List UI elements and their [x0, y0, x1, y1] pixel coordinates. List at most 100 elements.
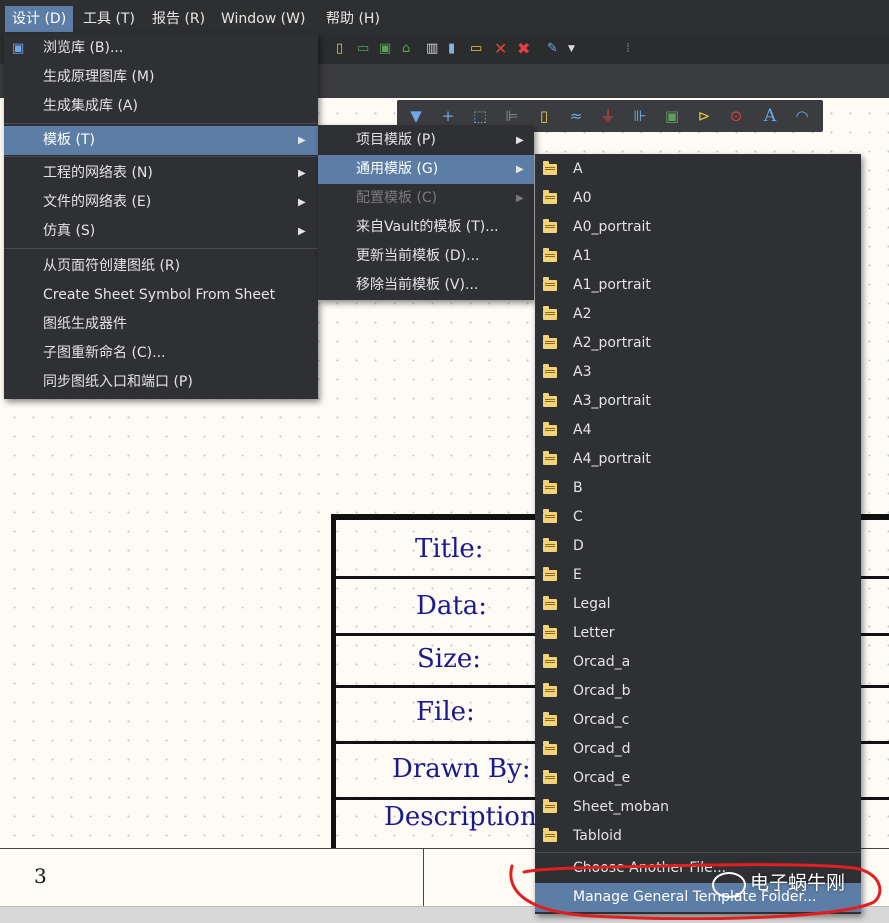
sheet-symbol-icon[interactable]: ▣	[661, 104, 683, 128]
folder-icon	[543, 422, 557, 436]
port-icon[interactable]: ⊳	[693, 104, 715, 128]
template-item[interactable]: A4_portrait	[535, 445, 861, 474]
menu-item-create-sheet-symbol-from-sheet[interactable]: Create Sheet Symbol From Sheet	[4, 281, 318, 310]
folder-icon	[543, 190, 557, 204]
menu-separator	[535, 852, 861, 853]
template-item-label: A4	[573, 422, 592, 438]
chevron-right-icon: ▶	[516, 135, 524, 146]
folder-icon	[543, 538, 557, 552]
menu-item-project-templates[interactable]: 项目模版 (P) ▶	[318, 126, 534, 155]
template-item-label: A	[573, 161, 583, 177]
text-icon[interactable]: A	[759, 104, 781, 128]
component-icon[interactable]: ▯	[533, 104, 555, 128]
wire-icon[interactable]: ≈	[565, 104, 587, 128]
menu-item-templates[interactable]: 模板 (T) ▶	[4, 126, 318, 155]
template-item[interactable]: A0	[535, 184, 861, 213]
no-erc-icon[interactable]: ✕	[494, 34, 507, 64]
folder-icon	[543, 161, 557, 175]
folder-icon	[543, 364, 557, 378]
data-label: Data:	[416, 591, 488, 621]
menu-item-make-schematic-library[interactable]: 生成原理图库 (M)	[4, 63, 318, 92]
template-item[interactable]: Letter	[535, 619, 861, 648]
template-item[interactable]: A0_portrait	[535, 213, 861, 242]
template-item[interactable]: A2	[535, 300, 861, 329]
menu-item-vault-templates[interactable]: 来自Vault的模板 (T)...	[318, 213, 534, 242]
menu-item-project-netlist[interactable]: 工程的网络表 (N) ▶	[4, 159, 318, 188]
folder-icon	[543, 509, 557, 523]
template-item[interactable]: E	[535, 561, 861, 590]
folder-icon	[543, 741, 557, 755]
chevron-down-icon[interactable]: ▼	[568, 34, 575, 64]
arc-icon[interactable]: ◠	[791, 104, 813, 128]
description-label: Description:	[384, 802, 546, 832]
menu-tools[interactable]: 工具 (T)	[76, 6, 142, 32]
port-icon[interactable]: ▥	[426, 34, 438, 64]
template-item[interactable]: A1_portrait	[535, 271, 861, 300]
wechat-icon	[712, 872, 746, 898]
template-item[interactable]: D	[535, 532, 861, 561]
sheet-symbol-icon[interactable]: ▣	[379, 34, 391, 64]
folder-icon	[543, 770, 557, 784]
menu-item-rename-child-sheet[interactable]: 子图重新命名 (C)...	[4, 339, 318, 368]
template-item-label: A0_portrait	[573, 219, 651, 235]
template-item-label: B	[573, 480, 583, 496]
folder-icon	[543, 393, 557, 407]
menu-item-configuration-templates[interactable]: 配置模板 (C) ▶	[318, 184, 534, 213]
folder-icon	[543, 277, 557, 291]
chevron-right-icon: ▶	[298, 135, 306, 146]
part-icon[interactable]: ▭	[357, 34, 369, 64]
template-item[interactable]: A3_portrait	[535, 387, 861, 416]
folder-icon	[543, 625, 557, 639]
menu-item-make-integrated-library[interactable]: 生成集成库 (A)	[4, 92, 318, 121]
menu-item-create-sheet-from-symbol[interactable]: 从页面符创建图纸 (R)	[4, 252, 318, 281]
menu-item-simulate[interactable]: 仿真 (S) ▶	[4, 217, 318, 246]
pen-icon[interactable]: ✎	[547, 34, 558, 64]
menu-reports[interactable]: 报告 (R)	[145, 6, 212, 32]
template-item[interactable]: Orcad_a	[535, 648, 861, 677]
template-item[interactable]: B	[535, 474, 861, 503]
menu-item-sheet-to-component[interactable]: 图纸生成器件	[4, 310, 318, 339]
template-item[interactable]: A3	[535, 358, 861, 387]
template-item[interactable]: A1	[535, 242, 861, 271]
template-item[interactable]: C	[535, 503, 861, 532]
net-label-icon[interactable]: ▭	[470, 34, 482, 64]
delete-icon[interactable]: ✖	[517, 34, 530, 64]
template-item[interactable]: Orcad_c	[535, 706, 861, 735]
folder-icon	[543, 567, 557, 581]
ground-icon[interactable]: ⏚	[597, 104, 619, 128]
template-item-label: Orcad_b	[573, 683, 631, 699]
template-item-label: Orcad_d	[573, 741, 631, 757]
template-item[interactable]: Orcad_b	[535, 677, 861, 706]
bus-icon[interactable]: ⊪	[629, 104, 651, 128]
design-menu: ▣ 浏览库 (B)... 生成原理图库 (M) 生成集成库 (A) 模板 (T)…	[4, 33, 318, 399]
template-item-label: D	[573, 538, 584, 554]
directive-icon[interactable]: ⊙	[725, 104, 747, 128]
menu-item-browse-library[interactable]: ▣ 浏览库 (B)...	[4, 34, 318, 63]
menu-item-update-current-template[interactable]: 更新当前模板 (D)...	[318, 242, 534, 271]
template-item[interactable]: Legal	[535, 590, 861, 619]
watermark-text: 电子蜗牛刚	[750, 872, 846, 894]
menu-item-general-templates[interactable]: 通用模版 (G) ▶	[318, 155, 534, 184]
menu-item-sync-sheet-entries[interactable]: 同步图纸入口和端口 (P)	[4, 368, 318, 397]
template-item[interactable]: Tabloid	[535, 822, 861, 851]
template-item[interactable]: A4	[535, 416, 861, 445]
template-item[interactable]: A2_portrait	[535, 329, 861, 358]
folder-icon	[543, 248, 557, 262]
title-block-left-border	[331, 514, 336, 852]
template-item[interactable]: A	[535, 155, 861, 184]
template-item-label: Orcad_c	[573, 712, 630, 728]
menu-item-remove-current-template[interactable]: 移除当前模板 (V)...	[318, 271, 534, 300]
folder-icon	[543, 828, 557, 842]
template-item[interactable]: Orcad_d	[535, 735, 861, 764]
chevron-right-icon: ▶	[298, 168, 306, 179]
menu-window[interactable]: Window (W)	[214, 6, 312, 32]
menu-help[interactable]: 帮助 (H)	[319, 6, 387, 32]
template-item[interactable]: Orcad_e	[535, 764, 861, 793]
harness-icon[interactable]: ▮	[448, 34, 455, 64]
menu-separator	[4, 123, 318, 124]
menu-design[interactable]: 设计 (D)	[5, 6, 74, 32]
menu-item-document-netlist[interactable]: 文件的网络表 (E) ▶	[4, 188, 318, 217]
template-item[interactable]: Sheet_moban	[535, 793, 861, 822]
component-icon[interactable]: ▯	[336, 34, 343, 64]
sheet-entry-icon[interactable]: ⌂	[402, 34, 410, 64]
